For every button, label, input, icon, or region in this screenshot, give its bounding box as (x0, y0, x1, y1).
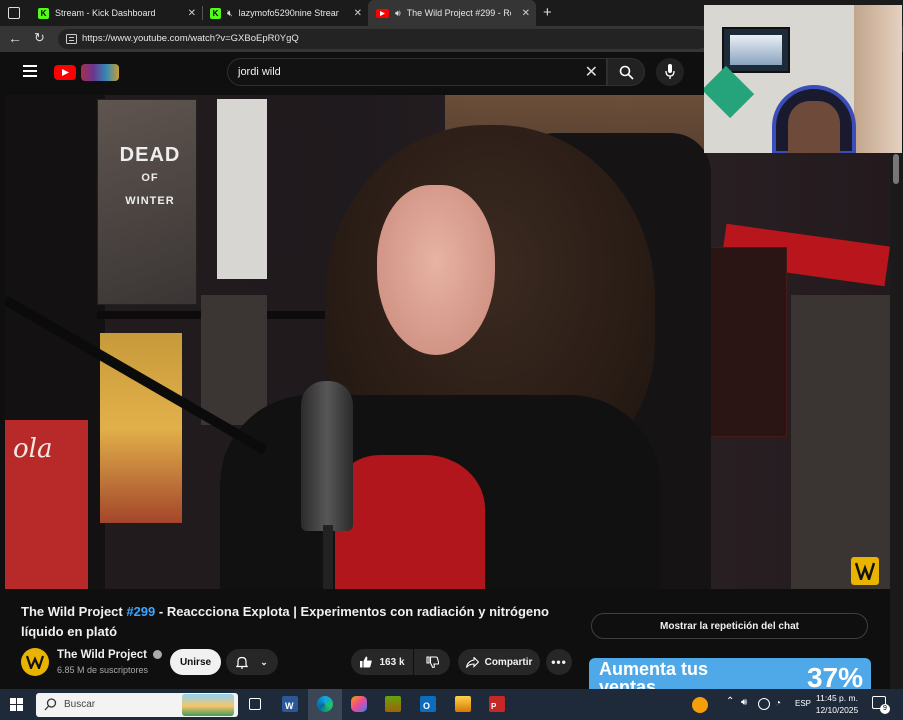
weather-sun-icon[interactable] (692, 697, 708, 713)
network-icon[interactable] (758, 698, 770, 710)
channel-avatar[interactable] (21, 648, 49, 676)
notifications-button[interactable]: ⌄ (226, 649, 278, 675)
clear-search-icon[interactable]: ✕ (585, 62, 598, 82)
wifi-icon[interactable]: ◔ (775, 698, 781, 709)
word-icon[interactable]: W (282, 696, 298, 712)
search-icon (44, 698, 57, 711)
like-count: 163 k (379, 656, 405, 668)
search-icon (619, 65, 634, 80)
windows-taskbar: Buscar W O P ⌃ 🔊︎ ◔ ESP 11:45 p. m. 12/1… (0, 689, 903, 720)
video-right-shelf (791, 295, 890, 589)
join-button[interactable]: Unirse (170, 649, 221, 675)
tab-label: lazymofo5290nine Stream - (238, 8, 339, 18)
voice-search-button[interactable] (656, 58, 684, 86)
ad-banner[interactable]: Aumenta tus ventas 37% (589, 658, 871, 690)
webcam-person-face (788, 101, 840, 153)
chevron-down-icon: ⌄ (260, 656, 268, 667)
webcam-tv (722, 27, 790, 73)
tab-kick-stream[interactable]: K 🔇︎ lazymofo5290nine Stream - ✕ (202, 2, 368, 24)
video-shelf-box (217, 99, 267, 279)
video-title-hashtag-link[interactable]: #299 (126, 604, 155, 619)
site-info-icon[interactable] (66, 34, 77, 44)
dislike-button[interactable] (414, 649, 450, 675)
close-icon[interactable]: ✕ (354, 8, 362, 19)
subscriber-count: 6.85 M de suscriptores (57, 665, 149, 675)
url-text: https://www.youtube.com/watch?v=GXBoEpR0… (82, 33, 299, 44)
webcam-kite (704, 65, 755, 119)
page-scrollbar[interactable] (890, 152, 903, 689)
tab-label: Stream - Kick Dashboard (55, 8, 156, 18)
taskbar-search-placeholder: Buscar (64, 699, 96, 710)
pdf-reader-icon[interactable]: P (489, 696, 505, 712)
like-button[interactable]: 163 k (351, 649, 413, 675)
video-player[interactable]: DEAD OF WINTER ola (5, 95, 890, 589)
video-title: The Wild Project #299 - Reaccciona Explo… (21, 602, 581, 642)
show-chat-replay-button[interactable]: Mostrar la repetición del chat (591, 613, 868, 639)
kick-icon: K (38, 7, 49, 19)
more-actions-button[interactable]: ••• (546, 649, 572, 675)
video-red-box: ola (5, 420, 88, 589)
channel-watermark[interactable] (851, 557, 879, 585)
close-icon[interactable]: ✕ (188, 8, 196, 19)
webcam-overlay (704, 5, 902, 153)
more-horizontal-icon: ••• (551, 655, 567, 669)
search-input[interactable]: jordi wild ✕ (227, 58, 607, 86)
ad-percent: 37% (806, 662, 863, 690)
thumbs-down-icon (425, 656, 439, 668)
video-board-game-title: DEAD OF WINTER (119, 144, 181, 207)
microphone-icon (665, 64, 675, 79)
verified-badge-icon (153, 650, 163, 660)
tab-kick-dashboard[interactable]: K Stream - Kick Dashboard ✕ (30, 2, 202, 24)
youtube-doodle-icon[interactable] (81, 64, 119, 81)
volume-icon[interactable]: 🔊︎ (741, 697, 747, 708)
tab-youtube-active[interactable]: 🔊︎ The Wild Project #299 - Rea ✕ (368, 0, 536, 26)
address-bar[interactable]: https://www.youtube.com/watch?v=GXBoEpR0… (58, 29, 708, 49)
system-clock[interactable]: 11:45 p. m. 12/10/2025 (812, 692, 862, 716)
scrollbar-thumb[interactable] (893, 154, 899, 184)
search-button[interactable] (607, 58, 645, 86)
reload-icon[interactable]: ↻ (34, 30, 45, 46)
file-explorer-icon[interactable] (455, 696, 471, 712)
thumbs-up-icon (360, 656, 373, 668)
outlook-icon[interactable]: O (420, 696, 436, 712)
hamburger-menu-icon[interactable] (23, 65, 37, 77)
notification-count-badge: 9 (880, 704, 890, 714)
ad-headline: Aumenta tus ventas (599, 659, 709, 690)
close-icon[interactable]: ✕ (522, 8, 530, 19)
search-query: jordi wild (238, 66, 281, 78)
back-arrow-icon[interactable]: ← (8, 30, 22, 46)
video-mic-stand (323, 525, 333, 589)
new-tab-button[interactable]: + (543, 4, 552, 21)
share-button[interactable]: Compartir (458, 649, 540, 675)
video-microphone (301, 381, 353, 531)
copilot-icon[interactable] (351, 696, 367, 712)
language-indicator[interactable]: ESP (795, 699, 811, 708)
channel-name[interactable]: The Wild Project (57, 649, 163, 661)
webcam-curtain (854, 5, 902, 153)
muted-speaker-icon[interactable]: 🔇︎ (227, 8, 233, 19)
share-label: Compartir (484, 656, 533, 668)
bell-icon (236, 656, 249, 669)
video-title-channel-part: The Wild Project (21, 604, 127, 619)
window-menu-icon[interactable] (8, 7, 20, 19)
search-highlight-image (182, 694, 234, 716)
taskbar-search-box[interactable]: Buscar (36, 693, 238, 717)
kick-icon: K (210, 7, 221, 19)
share-arrow-icon (465, 656, 479, 668)
minecraft-icon[interactable] (385, 696, 401, 712)
tab-label: The Wild Project #299 - Rea (406, 8, 511, 18)
edge-icon[interactable] (317, 696, 333, 712)
windows-start-icon[interactable] (10, 698, 23, 711)
speaker-icon[interactable]: 🔊︎ (395, 8, 401, 19)
video-shirt-print (335, 455, 485, 589)
video-shelf-item (201, 295, 267, 425)
youtube-icon (376, 8, 389, 18)
youtube-logo[interactable] (54, 65, 76, 80)
chevron-up-icon[interactable]: ⌃ (726, 696, 734, 707)
task-view-icon[interactable] (249, 698, 261, 710)
video-person-face (377, 185, 495, 355)
